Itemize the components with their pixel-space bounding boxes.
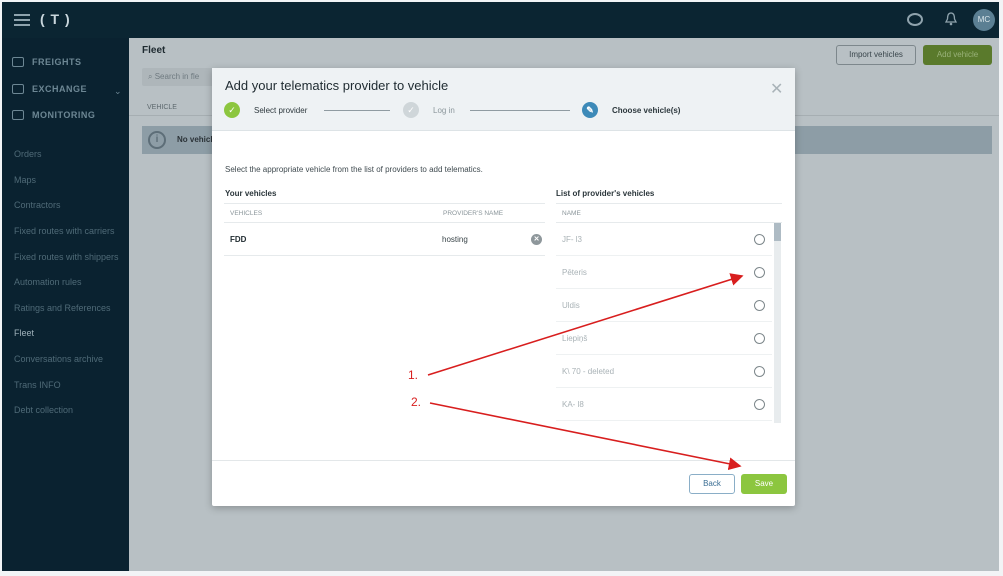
sidebar-link-fixed-routes-carriers[interactable]: Fixed routes with carriers xyxy=(14,226,115,236)
sidebar-link-debt-collection[interactable]: Debt collection xyxy=(14,405,73,415)
user-avatar[interactable]: MC xyxy=(973,9,995,31)
table-row: FDD hosting ✕ xyxy=(224,223,545,256)
remove-icon[interactable]: ✕ xyxy=(531,234,542,245)
list-item[interactable]: Liepiņš xyxy=(556,322,772,355)
radio-button[interactable] xyxy=(754,333,765,344)
sidebar-item-monitoring[interactable]: MONITORING xyxy=(12,110,95,120)
annotation-label-1: 1. xyxy=(408,368,419,382)
add-vehicle-button[interactable]: Add vehicle xyxy=(923,45,992,65)
list-item[interactable]: K\ 70 - deleted xyxy=(556,355,772,388)
list-item[interactable]: JF- l3 xyxy=(556,223,772,256)
check-icon: ✓ xyxy=(224,102,240,118)
truck-icon xyxy=(12,57,24,67)
menu-icon[interactable] xyxy=(14,14,30,26)
close-icon[interactable]: ✕ xyxy=(770,79,783,99)
your-vehicles-title: Your vehicles xyxy=(225,189,277,198)
pencil-icon: ✎ xyxy=(582,102,598,118)
radio-button[interactable] xyxy=(754,234,765,245)
save-button[interactable]: Save xyxy=(741,474,787,494)
bell-icon[interactable] xyxy=(945,12,957,26)
step-connector xyxy=(324,110,390,111)
sidebar: FREIGHTS EXCHANGE ⌄ MONITORING Orders Ma… xyxy=(2,38,129,571)
app-logo[interactable]: ( T ) xyxy=(40,11,71,27)
sidebar-link-fleet[interactable]: Fleet xyxy=(14,328,34,338)
sidebar-item-exchange[interactable]: EXCHANGE xyxy=(12,84,87,94)
top-bar: ( T ) MC xyxy=(2,2,999,38)
step-choose-vehicles: ✎ Choose vehicle(s) xyxy=(582,102,680,118)
search-input[interactable]: ⌕ Search in fle xyxy=(142,68,217,86)
list-item[interactable]: Uldis xyxy=(556,289,772,322)
annotation-label-2: 2. xyxy=(411,395,422,409)
back-button[interactable]: Back xyxy=(689,474,735,494)
sidebar-link-ratings[interactable]: Ratings and References xyxy=(14,303,111,313)
radio-button[interactable] xyxy=(754,300,765,311)
check-icon: ✓ xyxy=(403,102,419,118)
sidebar-link-maps[interactable]: Maps xyxy=(14,175,36,185)
page-title: Fleet xyxy=(142,45,166,56)
sidebar-link-conversations-archive[interactable]: Conversations archive xyxy=(14,354,103,364)
modal-title: Add your telematics provider to vehicle xyxy=(225,78,449,93)
step-select-provider: ✓ Select provider xyxy=(224,102,307,118)
chevron-down-icon[interactable]: ⌄ xyxy=(114,86,122,97)
radio-button[interactable] xyxy=(754,366,765,377)
step-log-in: ✓ Log in xyxy=(403,102,455,118)
your-vehicles-header: VEHICLES PROVIDER'S NAME xyxy=(224,203,545,223)
route-icon xyxy=(12,110,24,120)
search-icon: ⌕ xyxy=(148,72,155,81)
sidebar-item-freights[interactable]: FREIGHTS xyxy=(12,57,82,67)
list-item[interactable]: KA- l8 xyxy=(556,388,772,421)
sidebar-link-contractors[interactable]: Contractors xyxy=(14,200,61,210)
sidebar-link-automation-rules[interactable]: Automation rules xyxy=(14,277,82,287)
import-vehicles-button[interactable]: Import vehicles xyxy=(836,45,916,65)
list-item[interactable]: Pēteris xyxy=(556,256,772,289)
scrollbar[interactable] xyxy=(774,223,781,423)
sidebar-link-fixed-routes-shippers[interactable]: Fixed routes with shippers xyxy=(14,252,119,262)
modal-header: Add your telematics provider to vehicle … xyxy=(212,68,795,131)
box-icon xyxy=(12,84,24,94)
radio-button[interactable] xyxy=(754,267,765,278)
telematics-modal: Add your telematics provider to vehicle … xyxy=(212,68,795,506)
modal-description: Select the appropriate vehicle from the … xyxy=(225,165,483,174)
modal-footer: Back Save xyxy=(212,460,795,506)
step-connector xyxy=(470,110,570,111)
sidebar-link-orders[interactable]: Orders xyxy=(14,149,42,159)
radio-button[interactable] xyxy=(754,399,765,410)
chat-icon[interactable] xyxy=(907,13,923,26)
provider-vehicles-title: List of provider's vehicles xyxy=(556,189,655,198)
scrollbar-thumb[interactable] xyxy=(774,223,781,241)
provider-vehicle-list[interactable]: JF- l3 Pēteris Uldis Liepiņš K\ 70 - del… xyxy=(556,223,782,423)
provider-vehicles-header: NAME xyxy=(556,203,782,223)
info-icon: i xyxy=(148,131,166,149)
sidebar-link-trans-info[interactable]: Trans INFO xyxy=(14,380,61,390)
